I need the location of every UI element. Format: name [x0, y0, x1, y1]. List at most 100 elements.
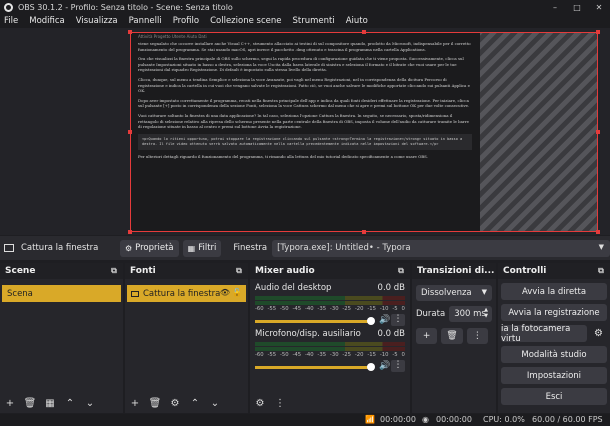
stream-time: 00:00:00: [380, 415, 416, 424]
captured-paragraph: Dopo aver impostato correttamente il pro…: [138, 97, 470, 109]
trash-icon[interactable]: 🗑: [23, 396, 37, 410]
arrow-down-icon[interactable]: ⌄: [208, 396, 222, 410]
add-transition-icon[interactable]: +: [416, 328, 438, 344]
undock-icon[interactable]: ⧉: [234, 266, 244, 276]
start-recording-button[interactable]: Avvia la registrazione: [501, 304, 607, 321]
settings-button[interactable]: Impostazioni: [501, 367, 607, 384]
selected-source-label: Cattura la finestra: [21, 243, 99, 253]
speaker-icon[interactable]: 🔊: [379, 315, 390, 325]
volume-slider-knob[interactable]: [367, 317, 375, 325]
channel-name: Microfono/disp. ausiliario: [255, 329, 361, 339]
volume-meter: [255, 347, 405, 351]
volume-meter: [255, 301, 405, 305]
volume-meter: [255, 342, 405, 346]
resize-handle[interactable]: [362, 30, 366, 34]
meter-ticks: -60 -55 -50 -45 -40 -35 -30 -25 -20 -15 -10 -5 0: [255, 352, 405, 358]
menu-strumenti[interactable]: Strumenti: [292, 16, 334, 26]
more-options-icon[interactable]: ⋮: [273, 396, 287, 410]
resize-handle[interactable]: [362, 230, 366, 234]
minimize-icon[interactable]: –: [544, 0, 566, 14]
window-controls: – □ ✕: [544, 0, 610, 14]
volume-slider-track[interactable]: [255, 319, 373, 323]
resize-handle[interactable]: [596, 130, 600, 134]
add-source-icon[interactable]: +: [128, 396, 142, 410]
cpu-usage: CPU: 0.0%: [483, 415, 525, 424]
scene-item[interactable]: Scena: [2, 285, 121, 302]
duration-input[interactable]: 300 ms ▲ ▼: [449, 306, 492, 322]
volume-meter: [255, 296, 405, 300]
close-icon[interactable]: ✕: [588, 0, 610, 14]
resize-handle[interactable]: [128, 130, 132, 134]
trash-icon[interactable]: 🗑: [148, 396, 162, 410]
mixer-footer: ⚙ ⋮: [250, 393, 410, 413]
scenes-dock: Scene ⧉ Scena + 🗑 ▦ ⌃ ⌄: [0, 263, 123, 413]
undock-icon[interactable]: ⧉: [109, 266, 119, 276]
virtual-camera-row: ia la fotocamera virtu ⚙: [501, 324, 607, 344]
resize-handle[interactable]: [128, 30, 132, 34]
exit-button[interactable]: Esci: [501, 388, 607, 405]
menu-aiuto[interactable]: Aiuto: [346, 16, 368, 26]
menu-collezione-scene[interactable]: Collezione scene: [210, 16, 281, 26]
virtual-camera-button[interactable]: ia la fotocamera virtu: [501, 324, 587, 344]
transitions-title: Transizioni di...: [417, 266, 495, 276]
controls-dock-header: Controlli ⧉: [498, 263, 610, 279]
undock-icon[interactable]: ⧉: [396, 266, 406, 276]
arrow-up-icon[interactable]: ⌃: [63, 396, 77, 410]
sources-title: Fonti: [130, 266, 156, 276]
menu-bar: File Modifica Visualizza Pannelli Profil…: [0, 14, 610, 28]
menu-pannelli[interactable]: Pannelli: [129, 16, 162, 26]
speaker-icon[interactable]: 🔊: [379, 361, 390, 371]
resize-handle[interactable]: [596, 30, 600, 34]
transition-select[interactable]: Dissolvenza ▼: [416, 285, 492, 301]
more-options-icon[interactable]: ⋮: [391, 360, 405, 372]
record-icon: ◉: [422, 415, 429, 424]
captured-paragraph: Per ulteriori dettagli riguardo il funzi…: [138, 153, 428, 159]
filters-button[interactable]: ▦ Filtri: [182, 239, 222, 257]
volume-slider-track[interactable]: [255, 365, 373, 369]
menu-file[interactable]: File: [4, 16, 18, 26]
window-capture-icon: [4, 244, 14, 252]
filters-label: Filtri: [198, 243, 217, 253]
properties-button[interactable]: ⚙ Proprietà: [119, 239, 179, 257]
controls-title: Controlli: [503, 266, 547, 276]
scenes-title: Scene: [5, 266, 36, 276]
arrow-up-icon[interactable]: ⌃: [188, 396, 202, 410]
gear-icon[interactable]: ⚙: [168, 396, 182, 410]
source-item[interactable]: Cattura la finestra 👁 🔓: [127, 285, 246, 302]
duration-value: 300 ms: [454, 309, 486, 319]
studio-mode-button[interactable]: Modalità studio: [501, 346, 607, 363]
filter-icon[interactable]: ▦: [43, 396, 57, 410]
advanced-audio-icon[interactable]: ⚙: [253, 396, 267, 410]
start-stream-button[interactable]: Avvia la diretta: [501, 283, 607, 300]
captured-toolbar: Attività Progetto Utente Aiuto Dati: [138, 34, 207, 39]
filter-icon: ▦: [187, 243, 196, 253]
eye-icon[interactable]: 👁: [220, 288, 230, 297]
lock-icon[interactable]: 🔓: [232, 288, 242, 297]
add-scene-icon[interactable]: +: [3, 396, 17, 410]
mixer-channel-desktop: Audio del desktop 0.0 dB -60 -55 -50 -45 -40…: [250, 279, 410, 326]
resize-handle[interactable]: [128, 230, 132, 234]
undock-icon[interactable]: ⧉: [596, 266, 606, 276]
gear-icon[interactable]: ⚙: [590, 325, 607, 342]
mixer-channel-mic: Microfono/disp. ausiliario 0.0 dB -60 -55…: [250, 325, 410, 372]
volume-slider[interactable]: 🔊 ⋮: [255, 360, 405, 372]
channel-level: 0.0 dB: [377, 329, 405, 339]
maximize-icon[interactable]: □: [566, 0, 588, 14]
selected-source: Cattura la finestra: [4, 243, 120, 253]
menu-profilo[interactable]: Profilo: [173, 16, 199, 26]
sources-footer: + 🗑 ⚙ ⌃ ⌄: [125, 393, 248, 413]
preview-canvas[interactable]: Attività Progetto Utente Aiuto Dati vien…: [130, 32, 598, 232]
window-select[interactable]: [Typora.exe]: Untitled• - Typora ▼: [272, 239, 610, 257]
trash-icon[interactable]: 🗑: [441, 328, 463, 344]
resize-handle[interactable]: [596, 230, 600, 234]
more-options-icon[interactable]: ⋮: [466, 328, 488, 344]
volume-slider-knob[interactable]: [367, 363, 375, 371]
captured-code-block: <p>Quando lo ritieni opportuno, potrai s…: [138, 133, 472, 150]
menu-visualizza[interactable]: Visualizza: [76, 16, 118, 26]
spinner-icon[interactable]: ▲ ▼: [484, 307, 488, 319]
menu-modifica[interactable]: Modifica: [29, 16, 65, 26]
sources-dock-header: Fonti ⧉: [125, 263, 248, 279]
arrow-down-icon[interactable]: ⌄: [83, 396, 97, 410]
transitions-dock-header: Transizioni di...: [412, 263, 496, 279]
preview-area[interactable]: Attività Progetto Utente Aiuto Dati vien…: [0, 28, 610, 235]
